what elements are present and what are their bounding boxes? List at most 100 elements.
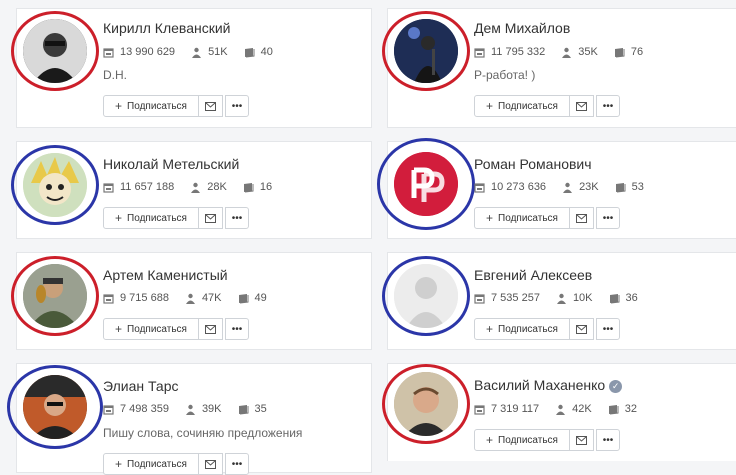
avatar[interactable] — [11, 256, 99, 336]
profile-stats: 11 657 188 28K 16 — [103, 181, 288, 193]
profile-stats: 7 498 359 39K 35 — [103, 403, 283, 415]
envelope-icon — [576, 101, 587, 111]
ellipsis-icon: ••• — [231, 212, 243, 224]
views-count: 10 273 636 — [491, 181, 547, 193]
envelope-icon — [205, 101, 216, 111]
subscribers-count: 51K — [208, 46, 228, 58]
book-icon — [609, 293, 620, 304]
avatar[interactable] — [7, 365, 103, 449]
avatar-photo — [394, 372, 458, 436]
book-icon — [243, 182, 254, 193]
message-button[interactable] — [570, 207, 594, 229]
subscribe-button[interactable]: + Подписаться — [103, 207, 199, 229]
subscribers-count: 35K — [578, 46, 598, 58]
calendar-icon — [474, 404, 485, 415]
message-button[interactable] — [199, 453, 223, 475]
profile-actions: + Подписаться ••• — [474, 318, 620, 340]
profile-actions: + Подписаться ••• — [103, 318, 249, 340]
profile-bio: Р-работа! ) — [474, 68, 536, 82]
posts-count: 36 — [625, 292, 638, 304]
profile-card: Василий Маханенко ✓ 7 319 117 42K 32 + Под… — [382, 363, 736, 461]
profile-bio: D.H. — [103, 68, 127, 82]
subscribe-button[interactable]: + Подписаться — [103, 453, 199, 475]
profile-name[interactable]: Николай Метельский — [103, 156, 239, 172]
posts-count: 40 — [260, 46, 273, 58]
message-button[interactable] — [199, 207, 223, 229]
more-button[interactable]: ••• — [596, 207, 620, 229]
calendar-icon — [103, 182, 114, 193]
person-icon — [556, 293, 567, 304]
person-icon — [561, 47, 572, 58]
calendar-icon — [103, 47, 114, 58]
ellipsis-icon: ••• — [602, 434, 614, 446]
message-button[interactable] — [199, 318, 223, 340]
profile-name[interactable]: Роман Романович — [474, 156, 592, 172]
avatar-photo — [394, 264, 458, 328]
profile-name[interactable]: Артем Каменистый — [103, 267, 228, 283]
ellipsis-icon: ••• — [231, 100, 243, 112]
profile-stats: 7 319 117 42K 32 — [474, 403, 653, 415]
views-count: 7 319 117 — [491, 403, 540, 415]
avatar-photo — [394, 19, 458, 83]
subscribe-button[interactable]: + Подписаться — [103, 95, 199, 117]
subscribe-button[interactable]: + Подписаться — [474, 429, 570, 451]
views-count: 9 715 688 — [120, 292, 169, 304]
profile-name[interactable]: Кирилл Клеванский — [103, 20, 230, 36]
ellipsis-icon: ••• — [602, 323, 614, 335]
calendar-icon — [474, 182, 485, 193]
subscribe-button[interactable]: + Подписаться — [474, 207, 570, 229]
more-button[interactable]: ••• — [225, 318, 249, 340]
profile-card: Артем Каменистый 9 715 688 47K 49 + Подпи… — [11, 252, 372, 350]
book-icon — [614, 47, 625, 58]
profile-name[interactable]: Элиан Тарс — [103, 378, 179, 394]
book-icon — [238, 293, 249, 304]
profile-name[interactable]: Василий Маханенко ✓ — [474, 377, 623, 393]
more-button[interactable]: ••• — [225, 453, 249, 475]
avatar[interactable] — [11, 145, 99, 225]
verified-badge-icon: ✓ — [609, 380, 623, 393]
more-button[interactable]: ••• — [225, 95, 249, 117]
envelope-icon — [576, 324, 587, 334]
profile-actions: + Подписаться ••• — [474, 429, 620, 451]
subscribers-count: 39K — [201, 403, 222, 415]
message-button[interactable] — [199, 95, 223, 117]
avatar-photo — [23, 19, 87, 83]
profile-actions: + Подписаться ••• — [103, 95, 249, 117]
avatar-photo — [23, 264, 87, 328]
book-icon — [244, 47, 255, 58]
person-icon — [185, 404, 196, 415]
posts-count: 49 — [254, 292, 267, 304]
avatar[interactable] — [382, 11, 470, 91]
avatar[interactable] — [11, 11, 99, 91]
profile-stats: 13 990 629 51K 40 — [103, 46, 289, 58]
avatar[interactable] — [382, 364, 470, 444]
profile-card: Дем Михайлов 11 795 332 35K 76 Р-работа!… — [382, 8, 736, 128]
subscribe-button[interactable]: + Подписаться — [103, 318, 199, 340]
profile-name[interactable]: Дем Михайлов — [474, 20, 570, 36]
avatar[interactable] — [382, 256, 470, 336]
message-button[interactable] — [570, 429, 594, 451]
avatar-photo — [23, 375, 87, 439]
envelope-icon — [576, 435, 587, 445]
person-icon — [191, 47, 202, 58]
subscribe-button[interactable]: + Подписаться — [474, 318, 570, 340]
calendar-icon — [474, 293, 485, 304]
profile-card: Николай Метельский 11 657 188 28K 16 + По… — [11, 141, 372, 239]
person-icon — [562, 182, 573, 193]
profile-name[interactable]: Евгений Алексеев — [474, 267, 592, 283]
profile-actions: + Подписаться ••• — [103, 453, 249, 475]
avatar[interactable] — [377, 138, 475, 230]
subscribe-button[interactable]: + Подписаться — [474, 95, 570, 117]
profile-stats: 11 795 332 35K 76 — [474, 46, 659, 58]
more-button[interactable]: ••• — [596, 318, 620, 340]
views-count: 13 990 629 — [120, 46, 176, 58]
envelope-icon — [205, 324, 216, 334]
posts-count: 16 — [259, 181, 273, 193]
profile-card: Роман Романович 10 273 636 23K 53 + Подпи… — [377, 138, 736, 239]
more-button[interactable]: ••• — [596, 95, 620, 117]
profile-actions: + Подписаться ••• — [103, 207, 249, 229]
more-button[interactable]: ••• — [596, 429, 620, 451]
message-button[interactable] — [570, 318, 594, 340]
more-button[interactable]: ••• — [225, 207, 249, 229]
message-button[interactable] — [570, 95, 594, 117]
